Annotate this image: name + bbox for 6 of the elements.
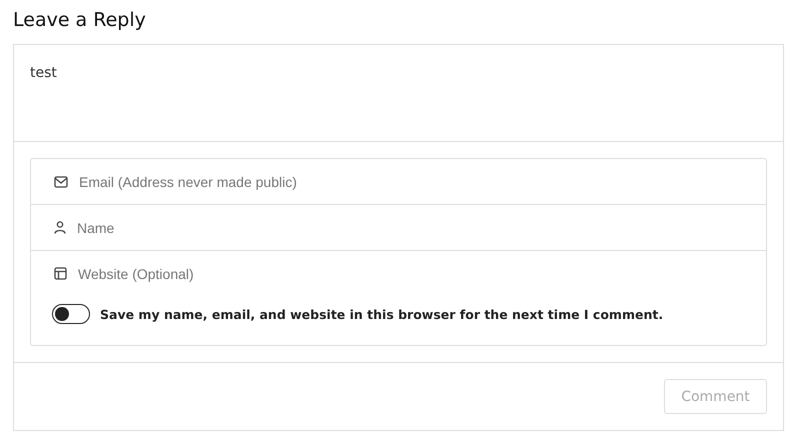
consent-label: Save my name, email, and website in this browser for the next time I comment. (100, 306, 664, 322)
user-icon (54, 221, 66, 234)
layout-icon (54, 267, 67, 280)
save-toggle[interactable] (52, 304, 90, 324)
section-title: Leave a Reply (13, 8, 147, 33)
mail-icon (54, 176, 68, 188)
